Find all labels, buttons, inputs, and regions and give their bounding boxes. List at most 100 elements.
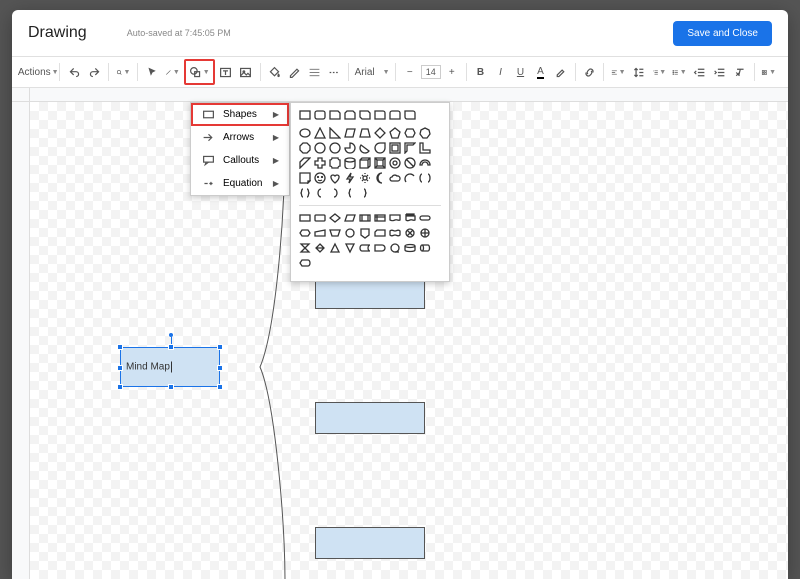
shape-octagon[interactable] [299, 142, 311, 154]
align-button[interactable]: ▼ [609, 62, 628, 82]
flowchart-collate[interactable] [299, 242, 311, 254]
shape-parallelogram[interactable] [344, 127, 356, 139]
flowchart-multidoc[interactable] [404, 212, 416, 224]
select-tool[interactable] [143, 62, 161, 82]
shape-brace-pair[interactable] [299, 187, 311, 199]
shape-plaque[interactable] [329, 157, 341, 169]
flowchart-delay[interactable] [374, 242, 386, 254]
flowchart-seq-access[interactable] [389, 242, 401, 254]
flowchart-card[interactable] [374, 227, 386, 239]
font-size-increase[interactable]: + [443, 62, 461, 82]
shape-pie[interactable] [344, 142, 356, 154]
bulleted-list-button[interactable]: ▼ [670, 62, 689, 82]
resize-handle-n[interactable] [168, 344, 174, 350]
shape-can[interactable] [344, 157, 356, 169]
shape-chord[interactable] [359, 142, 371, 154]
flowchart-tape[interactable] [389, 227, 401, 239]
shape-dodecagon[interactable] [329, 142, 341, 154]
highlight-color-button[interactable] [552, 62, 570, 82]
shape-l-shape[interactable] [419, 142, 431, 154]
shape-text[interactable]: Mind Map [126, 362, 172, 373]
shape-left-bracket[interactable] [314, 187, 326, 199]
resize-handle-w[interactable] [117, 365, 123, 371]
shape-no-symbol[interactable] [404, 157, 416, 169]
ruler-horizontal[interactable] [30, 88, 788, 102]
shape-left-brace[interactable] [344, 187, 356, 199]
resize-handle-nw[interactable] [117, 344, 123, 350]
shape-bevel[interactable] [374, 157, 386, 169]
border-weight-button[interactable] [305, 62, 323, 82]
textbox-tool[interactable] [217, 62, 235, 82]
shape-heart[interactable] [329, 172, 341, 184]
flowchart-direct-access[interactable] [419, 242, 431, 254]
insert-link-button[interactable] [580, 62, 598, 82]
line-spacing-button[interactable] [630, 62, 648, 82]
flowchart-stored-data[interactable] [359, 242, 371, 254]
shape-cube[interactable] [359, 157, 371, 169]
shape-mind-map[interactable]: Mind Map [120, 347, 220, 387]
shape-arc[interactable] [404, 172, 416, 184]
format-options-button[interactable]: ▼ [759, 62, 778, 82]
numbered-list-button[interactable]: 1▼ [650, 62, 669, 82]
flowchart-preparation[interactable] [299, 227, 311, 239]
flowchart-document[interactable] [389, 212, 401, 224]
menu-item-shapes[interactable]: Shapes ▶ [191, 103, 289, 126]
flowchart-connector[interactable] [344, 227, 356, 239]
flowchart-offpage[interactable] [359, 227, 371, 239]
shape-half-frame[interactable] [404, 142, 416, 154]
flowchart-sort[interactable] [314, 242, 326, 254]
flowchart-terminator[interactable] [419, 212, 431, 224]
shape-cloud[interactable] [389, 172, 401, 184]
flowchart-data[interactable] [344, 212, 356, 224]
shape-hexagon[interactable] [404, 127, 416, 139]
shape-block-arc[interactable] [419, 157, 431, 169]
shape-round2-rect[interactable] [389, 109, 401, 121]
save-and-close-button[interactable]: Save and Close [673, 21, 772, 46]
flowchart-predefined[interactable] [359, 212, 371, 224]
shape-cross[interactable] [314, 157, 326, 169]
shape-tool[interactable]: ▼ [187, 62, 212, 82]
menu-item-arrows[interactable]: Arrows ▶ [191, 126, 289, 149]
shape-triangle[interactable] [314, 127, 326, 139]
shape-donut[interactable] [389, 157, 401, 169]
flowchart-manual-input[interactable] [314, 227, 326, 239]
shape-pentagon[interactable] [389, 127, 401, 139]
shape-rectangle[interactable] [299, 109, 311, 121]
shape-decagon[interactable] [314, 142, 326, 154]
shape-folded-corner[interactable] [299, 172, 311, 184]
menu-item-callouts[interactable]: Callouts ▶ [191, 149, 289, 172]
shape-diamond[interactable] [374, 127, 386, 139]
flowchart-magnetic-disk[interactable] [404, 242, 416, 254]
shape-snip-rect[interactable] [329, 109, 341, 121]
undo-button[interactable] [65, 62, 83, 82]
underline-button[interactable]: U [512, 62, 530, 82]
redo-button[interactable] [85, 62, 103, 82]
bold-button[interactable]: B [472, 62, 490, 82]
shape-rounded-rect[interactable] [314, 109, 326, 121]
resize-handle-e[interactable] [217, 365, 223, 371]
resize-handle-sw[interactable] [117, 384, 123, 390]
image-tool[interactable] [237, 62, 255, 82]
border-dash-button[interactable] [325, 62, 343, 82]
shape-moon[interactable] [374, 172, 386, 184]
shape-lightning[interactable] [344, 172, 356, 184]
shape-round-diag[interactable] [404, 109, 416, 121]
shape-sun[interactable] [359, 172, 371, 184]
shape-smiley[interactable] [314, 172, 326, 184]
font-size-input[interactable]: 14 [421, 65, 441, 79]
shape-rect-2[interactable] [315, 402, 425, 434]
font-family-select[interactable]: Arial▼ [354, 62, 390, 82]
shape-oval[interactable] [299, 127, 311, 139]
shape-teardrop[interactable] [374, 142, 386, 154]
flowchart-extract[interactable] [329, 242, 341, 254]
fill-color-button[interactable] [265, 62, 283, 82]
shape-snip2-rect[interactable] [344, 109, 356, 121]
flowchart-or[interactable] [419, 227, 431, 239]
clear-formatting-button[interactable] [731, 62, 749, 82]
shape-right-brace[interactable] [359, 187, 371, 199]
resize-handle-ne[interactable] [217, 344, 223, 350]
shape-snip-diag[interactable] [359, 109, 371, 121]
drawing-canvas[interactable]: Mind Map Shapes ▶ [30, 102, 788, 579]
menu-item-equation[interactable]: Equation ▶ [191, 172, 289, 195]
shape-heptagon[interactable] [419, 127, 431, 139]
